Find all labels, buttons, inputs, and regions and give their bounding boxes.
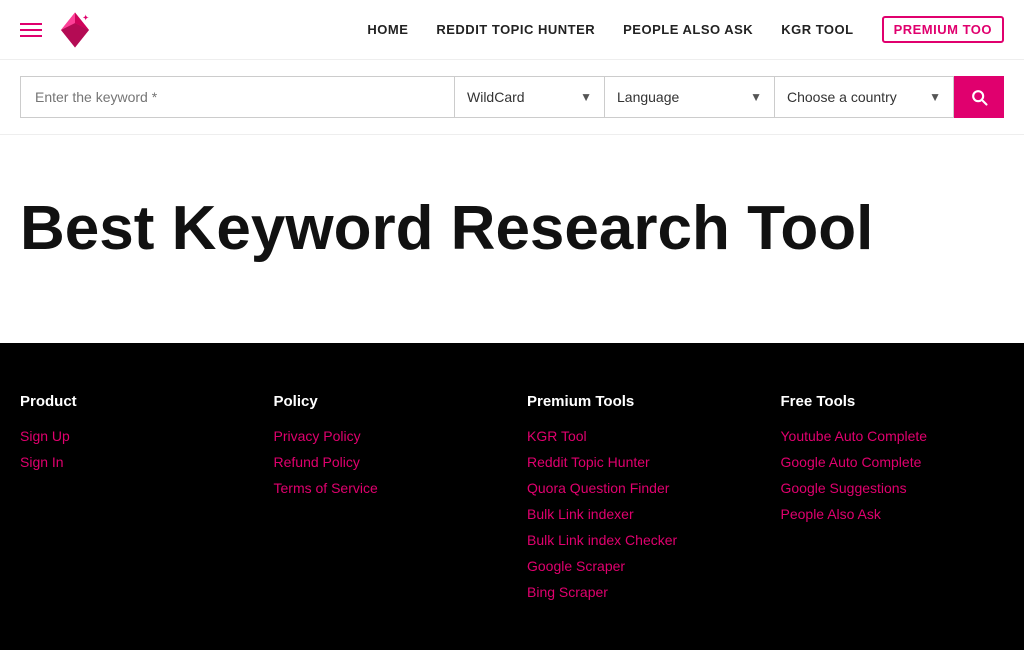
wildcard-label: WildCard [467,89,525,105]
language-label: Language [617,89,679,105]
footer-link-terms[interactable]: Terms of Service [274,480,498,496]
footer-premium-heading: Premium Tools [527,393,751,410]
footer-free-heading: Free Tools [781,393,1005,410]
chevron-down-icon: ▼ [750,90,762,104]
footer-grid: Product Sign Up Sign In Policy Privacy P… [20,393,1004,610]
footer-link-google-autocomplete[interactable]: Google Auto Complete [781,454,1005,470]
nav: HOME REDDIT TOPIC HUNTER PEOPLE ALSO ASK… [367,16,1004,43]
footer-link-quora[interactable]: Quora Question Finder [527,480,751,496]
nav-item-kgr[interactable]: KGR TOOL [781,22,853,37]
wildcard-dropdown[interactable]: WildCard ▼ [454,76,604,118]
footer-link-privacy[interactable]: Privacy Policy [274,428,498,444]
nav-item-people-also-ask[interactable]: PEOPLE ALSO ASK [623,22,753,37]
hero-title: Best Keyword Research Tool [20,195,1004,263]
footer-link-google-scraper[interactable]: Google Scraper [527,558,751,574]
footer-col-free: Free Tools Youtube Auto Complete Google … [781,393,1005,610]
chevron-down-icon: ▼ [580,90,592,104]
nav-item-premium[interactable]: PREMIUM TOO [882,16,1004,43]
logo-icon: ✦ [54,9,96,51]
search-button[interactable] [954,76,1004,118]
country-label: Choose a country [787,89,897,105]
keyword-input[interactable] [20,76,454,118]
hero-section: Best Keyword Research Tool [0,135,1024,343]
footer-product-heading: Product [20,393,244,410]
footer-link-refund[interactable]: Refund Policy [274,454,498,470]
footer-col-product: Product Sign Up Sign In [20,393,244,610]
language-dropdown[interactable]: Language ▼ [604,76,774,118]
nav-item-home[interactable]: HOME [367,22,408,37]
footer-link-bulk-checker[interactable]: Bulk Link index Checker [527,532,751,548]
footer-link-people-also-ask[interactable]: People Also Ask [781,506,1005,522]
chevron-down-icon: ▼ [929,90,941,104]
header: ✦ HOME REDDIT TOPIC HUNTER PEOPLE ALSO A… [0,0,1024,60]
footer-link-google-suggestions[interactable]: Google Suggestions [781,480,1005,496]
svg-text:✦: ✦ [83,14,89,22]
search-icon [969,87,989,107]
footer-link-reddit[interactable]: Reddit Topic Hunter [527,454,751,470]
hamburger-icon[interactable] [20,23,42,37]
search-bar: WildCard ▼ Language ▼ Choose a country ▼ [0,60,1024,135]
footer-link-bing-scraper[interactable]: Bing Scraper [527,584,751,600]
footer-policy-heading: Policy [274,393,498,410]
footer-link-bulk-indexer[interactable]: Bulk Link indexer [527,506,751,522]
footer: Product Sign Up Sign In Policy Privacy P… [0,343,1024,650]
footer-col-premium: Premium Tools KGR Tool Reddit Topic Hunt… [527,393,751,610]
header-left: ✦ [20,9,96,51]
country-dropdown[interactable]: Choose a country ▼ [774,76,954,118]
footer-link-kgr[interactable]: KGR Tool [527,428,751,444]
footer-link-sign-in[interactable]: Sign In [20,454,244,470]
nav-item-reddit[interactable]: REDDIT TOPIC HUNTER [436,22,595,37]
footer-col-policy: Policy Privacy Policy Refund Policy Term… [274,393,498,610]
footer-link-youtube[interactable]: Youtube Auto Complete [781,428,1005,444]
footer-link-sign-up[interactable]: Sign Up [20,428,244,444]
